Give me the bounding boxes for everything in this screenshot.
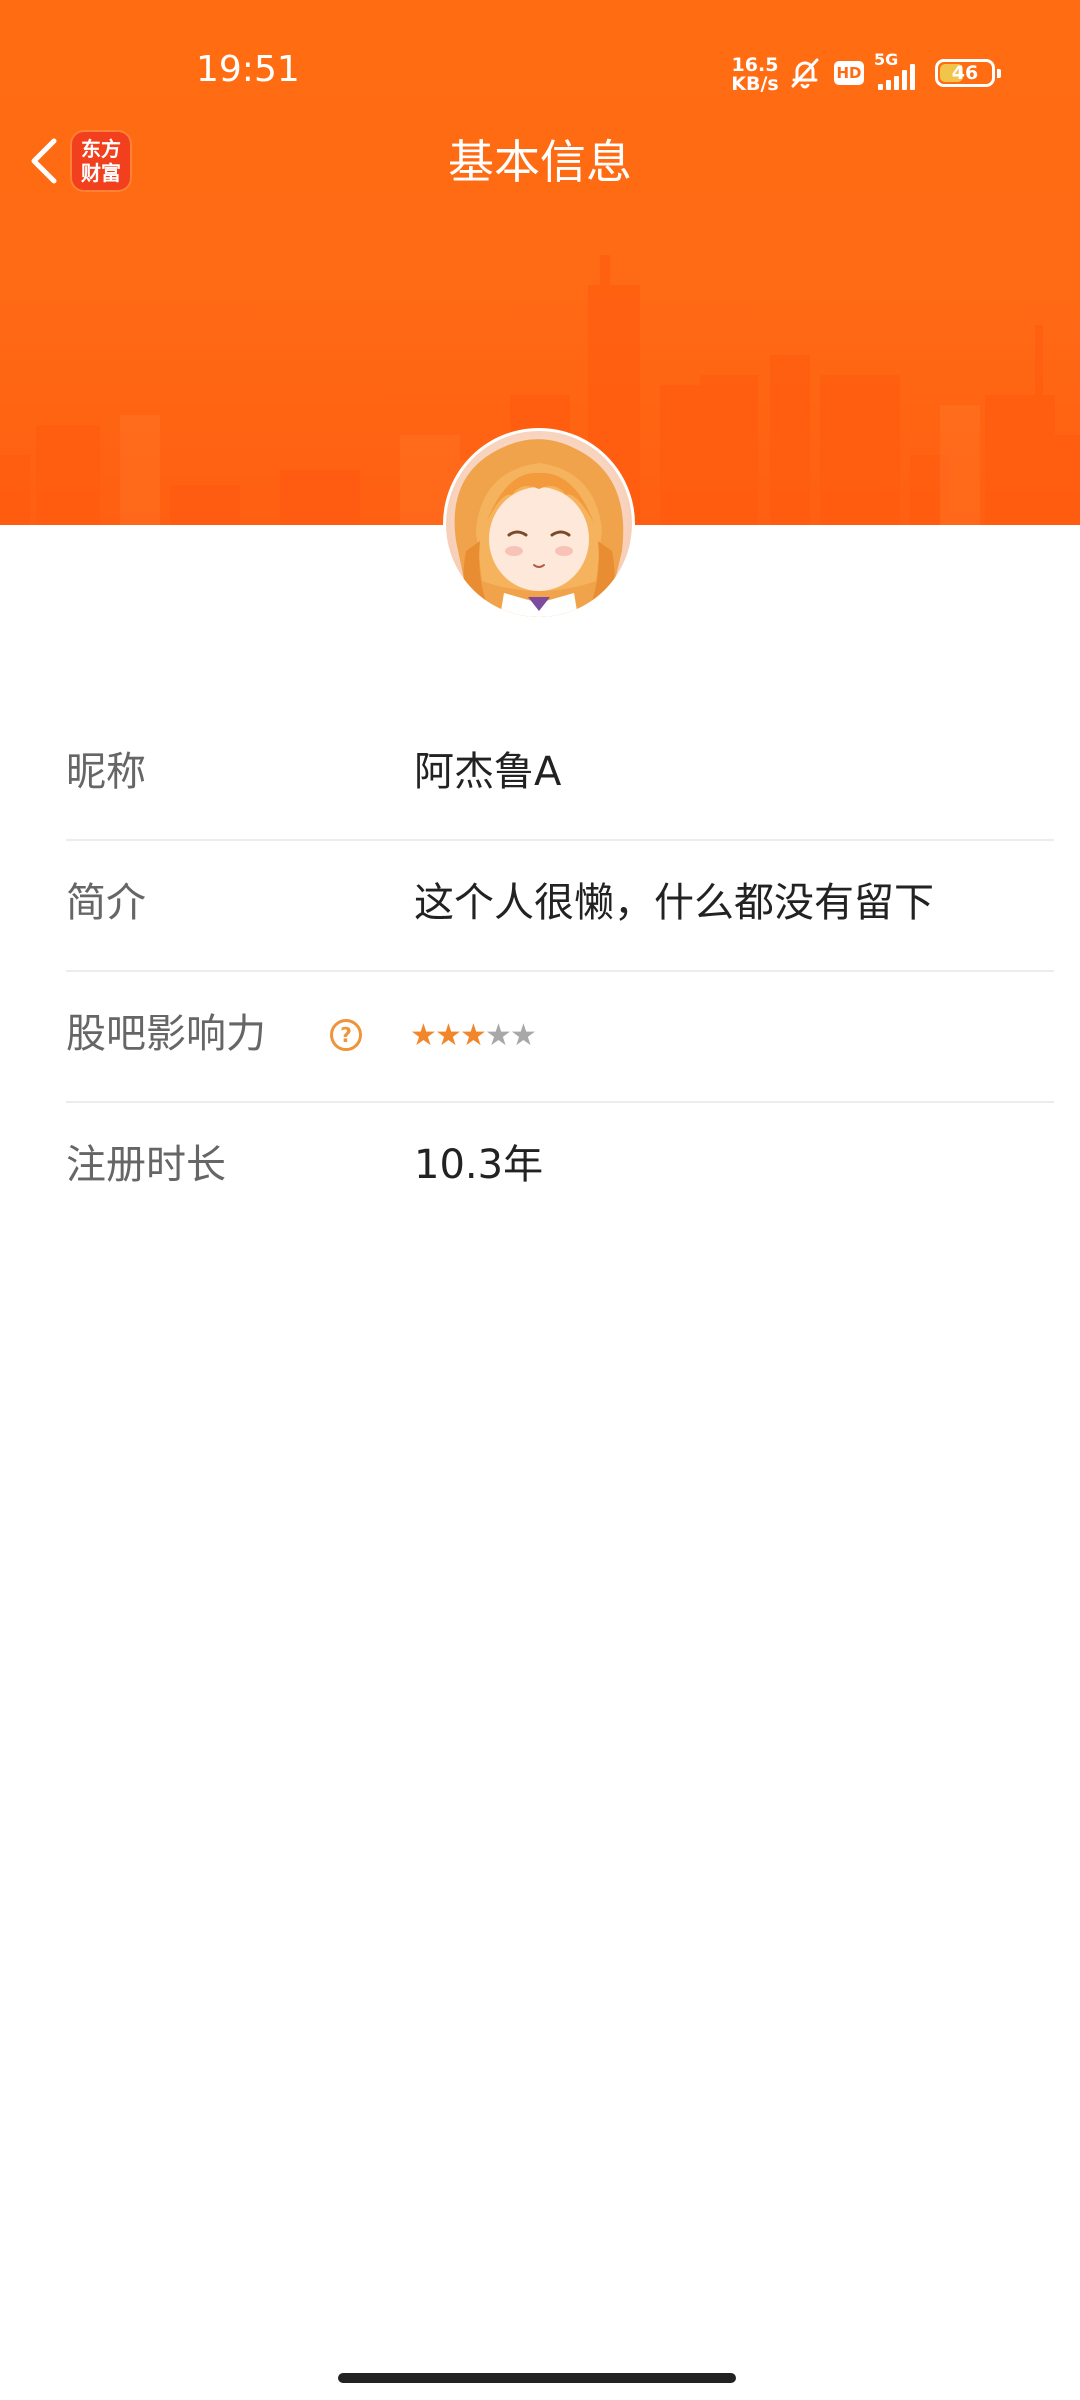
- profile-screen: 19:51 16.5 KB/s HD 5G 46 东方 财富 基本信息 昵称 阿…: [0, 0, 1080, 2400]
- hd-icon: HD: [834, 61, 864, 85]
- status-bar: 19:51 16.5 KB/s HD 5G 46: [0, 0, 1080, 130]
- bio-row: 简介 这个人很懒，什么都没有留下: [66, 841, 1054, 972]
- network-speed-unit: KB/s: [731, 73, 779, 95]
- registration-label: 注册时长: [66, 1142, 226, 1188]
- nickname-label: 昵称: [66, 749, 146, 795]
- nickname-value: 阿杰鲁A: [414, 749, 562, 795]
- star-filled-icon: ★: [460, 1018, 487, 1053]
- signal-bar: [886, 80, 891, 90]
- status-icons: HD 5G 46: [788, 52, 1001, 94]
- avatar-image: [446, 431, 632, 617]
- mute-bell-icon: [791, 58, 819, 89]
- network-speed: 16.5 KB/s: [730, 56, 780, 94]
- influence-row: 股吧影响力 ? ★ ★ ★ ★ ★: [66, 972, 1054, 1103]
- battery-icon: 46: [935, 59, 1001, 87]
- signal-bar: [878, 84, 883, 90]
- influence-star-rating: ★ ★ ★ ★ ★: [410, 1016, 537, 1056]
- star-empty-icon: ★: [510, 1018, 537, 1053]
- bio-label: 简介: [66, 880, 146, 926]
- profile-info-list: 昵称 阿杰鲁A 简介 这个人很懒，什么都没有留下 股吧影响力 ? ★ ★ ★ ★ ★ 注…: [66, 710, 1054, 1234]
- avatar[interactable]: [446, 431, 632, 617]
- battery-level: 46: [951, 62, 979, 84]
- registration-row: 注册时长 10.3年: [66, 1103, 1054, 1234]
- star-filled-icon: ★: [410, 1018, 437, 1053]
- home-indicator[interactable]: [338, 2373, 736, 2383]
- battery-tip: [997, 69, 1001, 78]
- nickname-row: 昵称 阿杰鲁A: [66, 710, 1054, 841]
- star-empty-icon: ★: [485, 1018, 512, 1053]
- page-title: 基本信息: [448, 135, 632, 189]
- registration-value: 10.3年: [414, 1142, 544, 1188]
- 5g-signal-icon: 5G: [874, 52, 915, 90]
- signal-label: 5G: [874, 50, 899, 69]
- status-time: 19:51: [196, 49, 300, 90]
- signal-bar: [902, 70, 907, 90]
- bio-value: 这个人很懒，什么都没有留下: [414, 880, 934, 926]
- help-question-icon[interactable]: ?: [330, 1019, 362, 1051]
- star-filled-icon: ★: [435, 1018, 462, 1053]
- signal-bar: [910, 64, 915, 90]
- signal-bar: [894, 76, 899, 90]
- influence-label: 股吧影响力: [66, 1011, 266, 1057]
